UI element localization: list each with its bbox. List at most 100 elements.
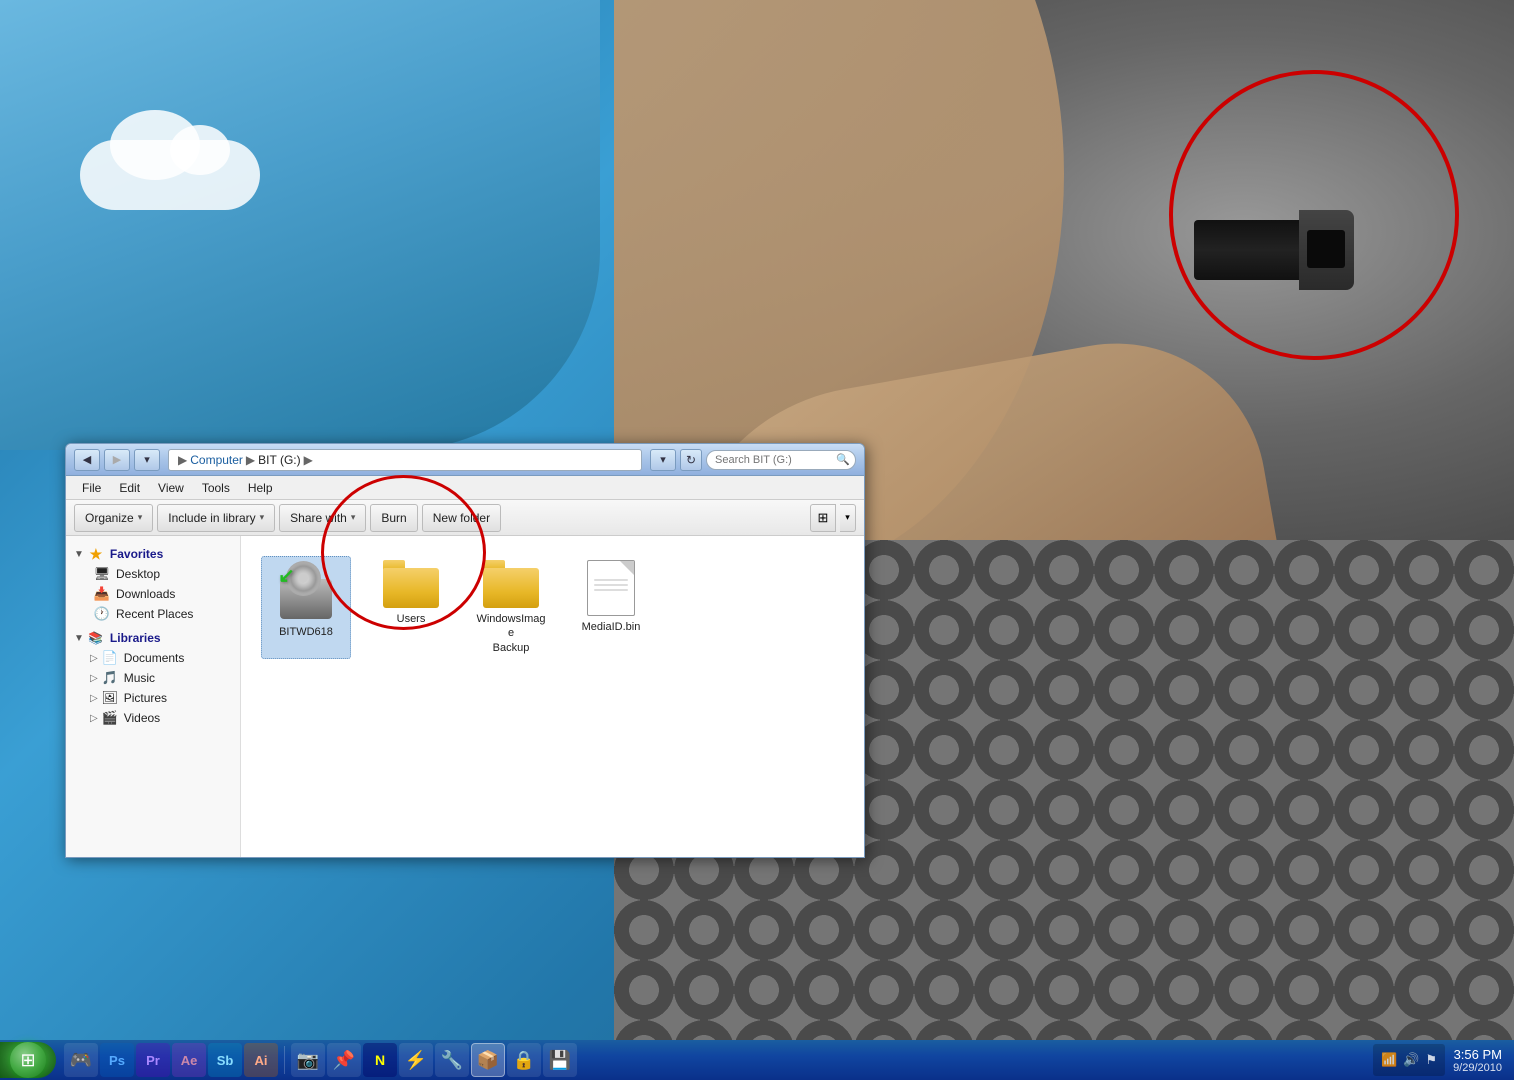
sidebar-item-desktop[interactable]: 🖥 Desktop (66, 564, 240, 584)
share-with-arrow: ▾ (351, 512, 356, 523)
toolbar: Organize ▾ Include in library ▾ Share wi… (66, 500, 864, 536)
view-mode-dropdown[interactable]: ▾ (840, 504, 856, 532)
taskbar-package[interactable]: 📦 (471, 1043, 505, 1077)
organize-arrow: ▾ (138, 512, 143, 523)
file-lines (594, 579, 628, 594)
organize-button[interactable]: Organize ▾ (74, 504, 153, 532)
menu-edit[interactable]: Edit (111, 479, 148, 497)
taskbar-camera[interactable]: 📷 (291, 1043, 325, 1077)
usb-manager-icon: 💾 (549, 1050, 571, 1071)
sidebar-item-documents[interactable]: ▷ 📄 Documents (66, 648, 240, 668)
sidebar-recent-label: Recent Places (116, 607, 193, 621)
back-button[interactable]: ◀ (74, 449, 100, 471)
usb-connector (1164, 200, 1364, 300)
cloud-decoration (80, 140, 260, 210)
libraries-expand-icon: ▼ (74, 633, 84, 644)
volume-icon[interactable]: 🔊 (1403, 1052, 1419, 1068)
file-body (587, 560, 635, 616)
taskbar-illustrator[interactable]: Ai (244, 1043, 278, 1077)
file-item-bitwd618[interactable]: ↙ BITWD618 (261, 556, 351, 659)
sidebar-documents-label: Documents (124, 651, 185, 665)
steam-icon: 🎮 (70, 1050, 92, 1071)
burn-button[interactable]: Burn (370, 504, 417, 532)
sidebar-desktop-label: Desktop (116, 567, 160, 581)
sidebar: ▼ ★ Favorites 🖥 Desktop 📥 Downloads 🕐 Re… (66, 536, 241, 857)
file-item-users[interactable]: Users (371, 556, 451, 659)
taskbar-norton[interactable]: N (363, 1043, 397, 1077)
sidebar-item-videos[interactable]: ▷ 🎬 Videos (66, 708, 240, 728)
menu-file[interactable]: File (74, 479, 109, 497)
favorites-header[interactable]: ▼ ★ Favorites (66, 544, 240, 564)
sidebar-item-pictures[interactable]: ▷ 🖼 Pictures (66, 688, 240, 708)
music-icon: 🎵 (102, 670, 118, 686)
sidebar-pictures-label: Pictures (124, 691, 167, 705)
pin-icon: 📌 (333, 1050, 355, 1071)
file-item-mediaid[interactable]: MediaID.bin (571, 556, 651, 659)
breadcrumb-drive[interactable]: BIT (G:) (258, 453, 300, 467)
search-input[interactable] (706, 450, 856, 470)
favorites-section: ▼ ★ Favorites 🖥 Desktop 📥 Downloads 🕐 Re… (66, 544, 240, 624)
aftereffects-icon: Ae (181, 1053, 198, 1068)
taskbar-steam[interactable]: 🎮 (64, 1043, 98, 1077)
folder-icon-winimagebackup (483, 560, 539, 608)
clock-date: 9/29/2010 (1453, 1062, 1502, 1074)
taskbar-photoshop[interactable]: Ps (100, 1043, 134, 1077)
sidebar-item-downloads[interactable]: 📥 Downloads (66, 584, 240, 604)
soundbooth-icon: Sb (217, 1053, 234, 1068)
libraries-header[interactable]: ▼ 📚 Libraries (66, 628, 240, 648)
lock-icon: 🔒 (513, 1050, 535, 1071)
clock-area[interactable]: 3:56 PM 9/29/2010 (1449, 1047, 1506, 1074)
start-button[interactable]: ⊞ (0, 1042, 56, 1078)
recent-button[interactable]: ▾ (134, 449, 160, 471)
taskbar-lightning[interactable]: ⚡ (399, 1043, 433, 1077)
file-label-bitwd618: BITWD618 (279, 625, 333, 639)
include-library-button[interactable]: Include in library ▾ (157, 504, 275, 532)
action-center-icon[interactable]: ⚑ (1425, 1052, 1437, 1068)
menu-help[interactable]: Help (240, 479, 281, 497)
files-grid: ↙ BITWD618 Users (253, 548, 852, 667)
include-library-arrow: ▾ (260, 512, 265, 523)
start-orb: ⊞ (10, 1042, 46, 1078)
nav-controls: ◀ ▶ ▾ ▶ Computer ▶ BIT (G:) ▶ ▾ ↻ 🔍 (74, 449, 856, 471)
address-dropdown[interactable]: ▾ (650, 449, 676, 471)
download-arrow-icon: ↙ (278, 563, 295, 588)
taskbar-pin[interactable]: 📌 (327, 1043, 361, 1077)
norton-icon: N (375, 1052, 385, 1068)
taskbar-usb-manager[interactable]: 💾 (543, 1043, 577, 1077)
refresh-button[interactable]: ↻ (680, 449, 702, 471)
favorites-expand-icon: ▼ (74, 549, 84, 560)
file-item-windows-image-backup[interactable]: WindowsImageBackup (471, 556, 551, 659)
sidebar-item-music[interactable]: ▷ 🎵 Music (66, 668, 240, 688)
drive-icon: ↙ (276, 561, 336, 621)
file-label-mediaid: MediaID.bin (582, 620, 641, 634)
lightning-icon: ⚡ (405, 1050, 427, 1071)
breadcrumb[interactable]: ▶ Computer ▶ BIT (G:) ▶ (168, 449, 642, 471)
taskbar-lock[interactable]: 🔒 (507, 1043, 541, 1077)
sidebar-item-recent-places[interactable]: 🕐 Recent Places (66, 604, 240, 624)
menu-view[interactable]: View (150, 479, 192, 497)
premiere-icon: Pr (146, 1053, 160, 1068)
forward-button[interactable]: ▶ (104, 449, 130, 471)
view-mode-button[interactable]: ⊞ (810, 504, 836, 532)
favorites-label: Favorites (110, 547, 163, 561)
camera-icon: 📷 (297, 1050, 319, 1071)
breadcrumb-icon: ▶ (178, 453, 187, 467)
search-icon: 🔍 (836, 453, 850, 466)
taskbar-divider-1 (284, 1046, 285, 1074)
file-line-2 (594, 584, 628, 586)
package-icon: 📦 (477, 1050, 499, 1071)
taskbar-aftereffects[interactable]: Ae (172, 1043, 206, 1077)
menu-tools[interactable]: Tools (194, 479, 238, 497)
breadcrumb-computer[interactable]: Computer (190, 453, 243, 467)
pictures-expand-icon: ▷ (90, 693, 98, 704)
taskbar-premiere[interactable]: Pr (136, 1043, 170, 1077)
file-corner (620, 561, 634, 575)
network-icon[interactable]: 📶 (1381, 1052, 1397, 1068)
file-line-3 (594, 589, 628, 591)
explorer-body: ▼ ★ Favorites 🖥 Desktop 📥 Downloads 🕐 Re… (66, 536, 864, 857)
file-label-winimagebackup: WindowsImageBackup (475, 612, 547, 655)
taskbar-tool[interactable]: 🔧 (435, 1043, 469, 1077)
new-folder-button[interactable]: New folder (422, 504, 501, 532)
share-with-button[interactable]: Share with ▾ (279, 504, 366, 532)
taskbar-soundbooth[interactable]: Sb (208, 1043, 242, 1077)
